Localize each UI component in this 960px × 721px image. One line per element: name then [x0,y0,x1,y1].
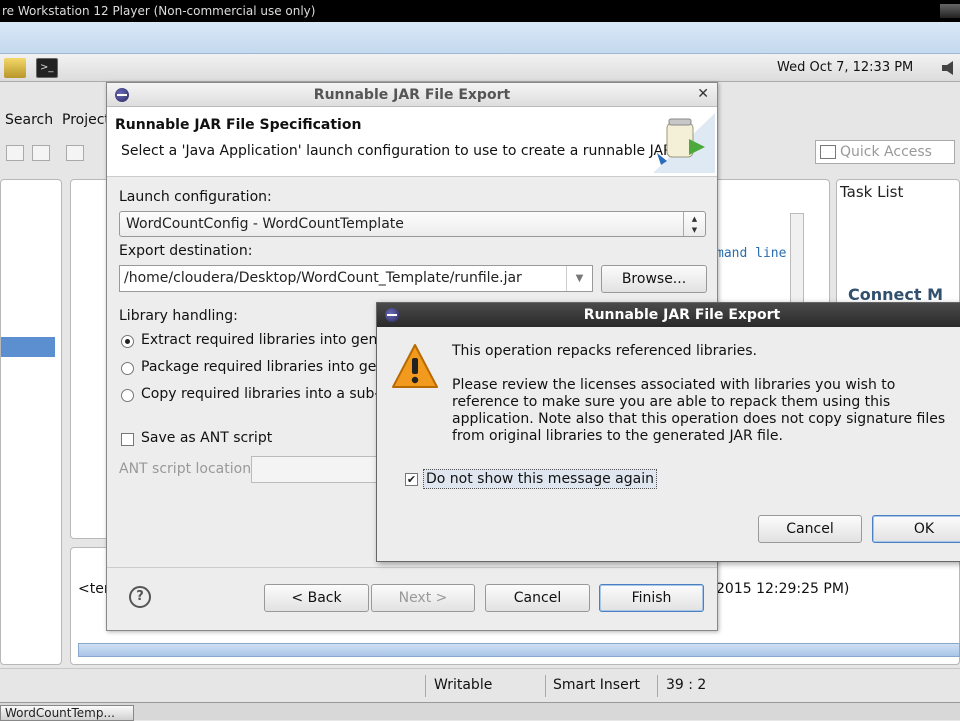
file-browser-icon[interactable] [4,58,26,78]
status-separator [545,675,546,697]
ant-location-label: ANT script location: [119,461,256,477]
repack-warning-dialog: Runnable JAR File Export This operation … [376,302,960,562]
export-destination-input[interactable]: /home/cloudera/Desktop/WordCount_Templat… [119,265,593,292]
dialog-ok-button[interactable]: OK [872,515,960,543]
terminal-icon[interactable]: >_ [36,58,58,78]
back-button[interactable]: < Back [264,584,369,612]
console-timestamp: 2015 12:29:25 PM) [716,581,850,597]
launch-config-label: Launch configuration: [119,189,272,205]
vm-title-bar: re Workstation 12 Player (Non-commercial… [0,0,960,22]
close-icon[interactable]: ✕ [697,86,709,102]
vm-title-text: re Workstation 12 Player (Non-commercial… [2,4,316,18]
chevron-updown-icon: ▲ ▼ [683,212,705,236]
menu-project[interactable]: Project [62,112,110,128]
radio-extract[interactable] [121,335,134,348]
jar-export-icon [653,113,715,173]
status-bar: Writable Smart Insert 39 : 2 [0,668,960,702]
wizard-description: Select a 'Java Application' launch confi… [121,143,677,159]
status-insert-mode: Smart Insert [553,677,640,693]
vm-toolbar [0,22,960,54]
do-not-show-checkbox[interactable]: ✔ [405,473,418,486]
next-button[interactable]: Next > [371,584,475,612]
cancel-button[interactable]: Cancel [485,584,590,612]
selected-tree-item[interactable] [1,337,55,357]
taskbar-item[interactable]: WordCountTemp... [0,705,134,721]
wizard-title: Runnable JAR File Export [313,87,511,103]
console-text: <ter [78,581,110,597]
status-writable: Writable [434,677,493,693]
window-grip[interactable] [940,4,960,18]
chevron-down-icon[interactable]: ▼ [566,266,592,291]
warning-icon [392,344,438,388]
dialog-message-detail: Please review the licenses associated wi… [452,377,946,444]
radio-copy[interactable] [121,389,134,402]
wizard-heading: Runnable JAR File Specification [115,117,362,133]
horizontal-scrollbar[interactable] [78,643,960,657]
dialog-title-bar: Runnable JAR File Export [377,303,960,327]
quick-access-icon [820,145,836,159]
quick-access-placeholder: Quick Access [840,144,932,160]
launch-config-value: WordCountConfig - WordCountTemplate [126,216,404,232]
export-destination-label: Export destination: [119,243,253,259]
radio-package[interactable] [121,362,134,375]
wizard-header: Runnable JAR File Specification Select a… [107,107,717,177]
gnome-top-panel: >_ Wed Oct 7, 12:33 PM [0,54,960,82]
toolbar-button[interactable] [66,145,84,161]
help-icon[interactable]: ? [129,586,151,608]
editor-code-text: mand line [716,246,787,261]
package-explorer-panel [0,179,62,665]
toolbar-button[interactable] [6,145,24,161]
clock[interactable]: Wed Oct 7, 12:33 PM [777,60,913,75]
menu-search[interactable]: Search [5,112,53,128]
save-ant-checkbox[interactable] [121,433,134,446]
library-handling-label: Library handling: [119,308,238,324]
divider [107,567,717,568]
volume-icon[interactable] [940,59,960,77]
save-ant-label[interactable]: Save as ANT script [141,430,272,446]
dialog-cancel-button[interactable]: Cancel [758,515,862,543]
quick-access-input[interactable]: Quick Access [815,140,955,164]
do-not-show-label[interactable]: Do not show this message again [423,469,657,489]
dialog-title: Runnable JAR File Export [583,307,781,323]
radio-copy-label[interactable]: Copy required libraries into a sub-fol [141,386,397,402]
ant-location-input[interactable] [251,456,381,483]
tab-task-list[interactable]: Task List [840,183,903,201]
radio-extract-label[interactable]: Extract required libraries into genera [141,332,400,348]
wizard-title-bar: Runnable JAR File Export ✕ [107,83,717,107]
launch-config-select[interactable]: WordCountConfig - WordCountTemplate ▲ ▼ [119,211,706,237]
toolbar-button[interactable] [32,145,50,161]
taskbar: WordCountTemp... [0,702,960,721]
dialog-message-main: This operation repacks referenced librar… [452,343,757,359]
status-separator [657,675,658,697]
status-cursor-position: 39 : 2 [666,677,707,693]
finish-button[interactable]: Finish [599,584,704,612]
radio-package-label[interactable]: Package required libraries into gener [141,359,400,375]
status-separator [425,675,426,697]
browse-button[interactable]: Browse... [601,265,707,293]
export-destination-value: /home/cloudera/Desktop/WordCount_Templat… [124,270,522,286]
